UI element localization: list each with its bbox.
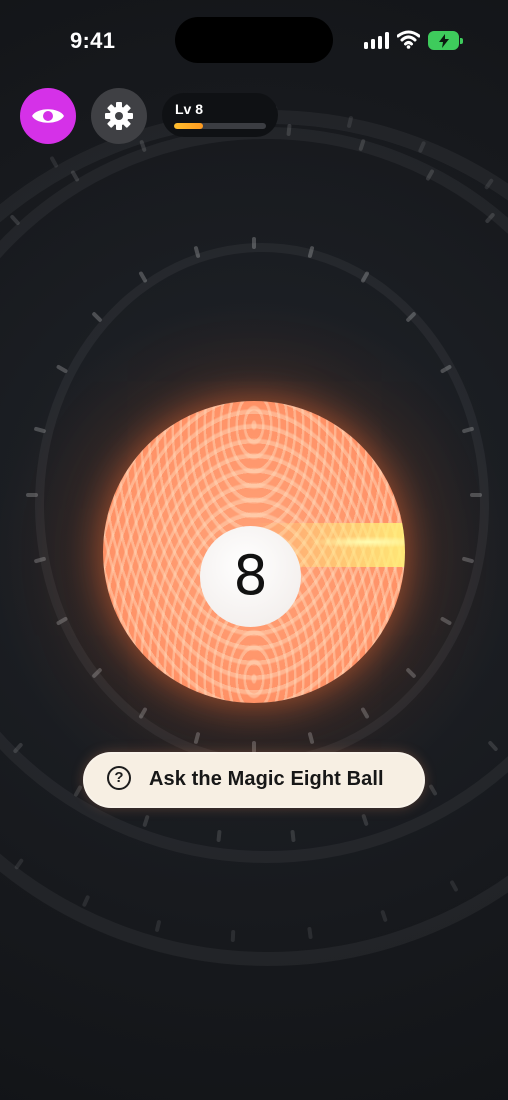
magic-eight-ball[interactable]: 8: [103, 401, 405, 703]
level-label: Lv 8: [175, 101, 204, 117]
eye-icon: [32, 109, 64, 123]
ask-magic-eight-ball-button[interactable]: ? Ask the Magic Eight Ball: [83, 752, 425, 808]
battery-icon: [428, 31, 463, 50]
app-screen: 9:41 Lv 8 8 ? Ask the Magic Eight Ball: [0, 0, 508, 1100]
status-time: 9:41: [70, 28, 116, 53]
ring-dash: [252, 237, 256, 249]
question-circle-icon: ?: [107, 766, 131, 790]
settings-button[interactable]: [91, 88, 147, 144]
wifi-icon: [397, 30, 420, 49]
level-progress-fill: [174, 123, 204, 129]
gear-icon: [105, 102, 133, 130]
signal-icon: [364, 32, 390, 49]
status-bar: 9:41: [0, 0, 508, 84]
ball-number-window: 8: [200, 526, 301, 627]
ring-dash: [26, 493, 38, 497]
level-progress-bar: [174, 123, 266, 129]
ring-dash: [470, 493, 482, 497]
level-indicator: Lv 8: [162, 93, 278, 137]
ring-dash: [290, 829, 296, 843]
ball-number: 8: [233, 543, 268, 607]
dynamic-island: [175, 17, 333, 63]
charging-bolt-icon: [439, 34, 449, 48]
eye-button[interactable]: [20, 88, 76, 144]
ask-button-label: Ask the Magic Eight Ball: [149, 768, 384, 790]
ring-dash: [49, 156, 60, 169]
ring-dash: [215, 830, 222, 843]
